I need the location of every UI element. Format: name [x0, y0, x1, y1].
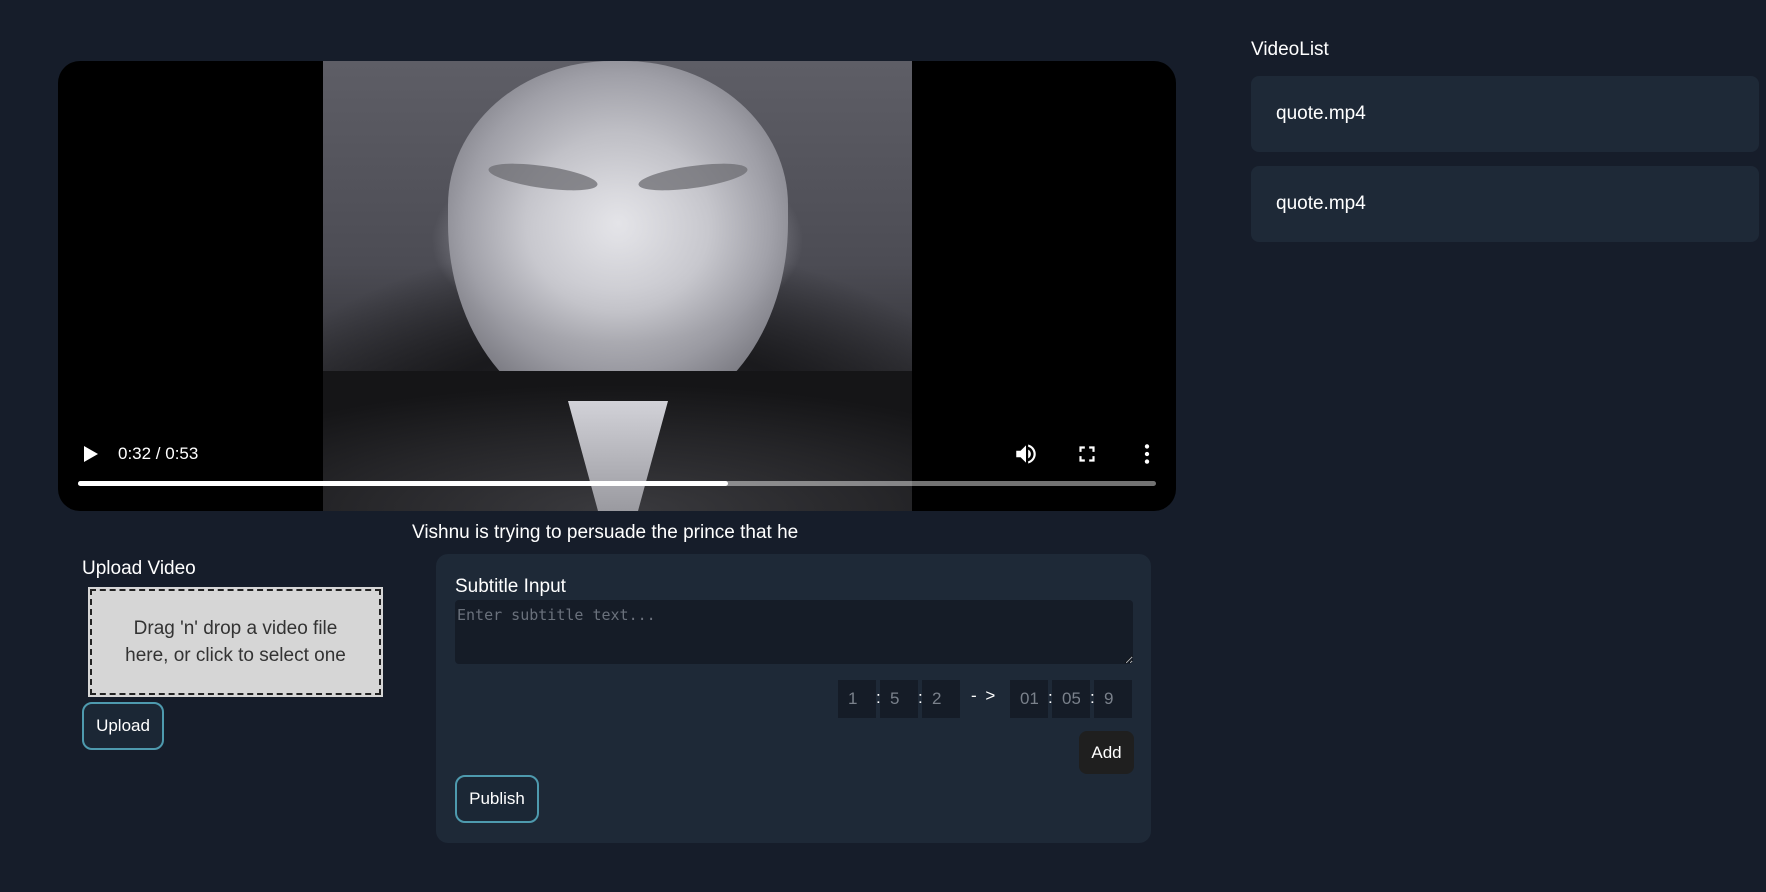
subtitle-textarea[interactable] — [455, 600, 1133, 664]
upload-title: Upload Video — [82, 558, 196, 579]
end-seconds-input[interactable] — [1094, 680, 1132, 718]
subtitle-panel: Subtitle Input : : - > : : Add Publish — [436, 554, 1151, 843]
time-range-arrow: - > — [971, 686, 998, 705]
start-hours-input[interactable] — [838, 680, 876, 718]
video-list-item[interactable]: quote.mp4 — [1251, 76, 1759, 152]
subtitle-caption: Vishnu is trying to persuade the prince … — [412, 522, 799, 543]
time-display: 0:32 / 0:53 — [118, 444, 199, 463]
publish-button[interactable]: Publish — [455, 775, 539, 823]
dropzone-text: Drag 'n' drop a video file here, or clic… — [125, 618, 346, 666]
subtitle-input-label: Subtitle Input — [455, 576, 566, 597]
play-icon[interactable] — [80, 442, 102, 466]
player-controls: 0:32 / 0:53 — [58, 61, 1176, 511]
video-dropzone[interactable]: Drag 'n' drop a video file here, or clic… — [88, 587, 383, 697]
video-list-item-label: quote.mp4 — [1276, 193, 1366, 214]
start-minutes-input[interactable] — [880, 680, 918, 718]
upload-button[interactable]: Upload — [82, 702, 164, 750]
more-vert-icon[interactable] — [1134, 441, 1160, 467]
start-seconds-input[interactable] — [922, 680, 960, 718]
end-minutes-input[interactable] — [1052, 680, 1090, 718]
fullscreen-icon[interactable] — [1074, 441, 1100, 467]
progress-fill — [78, 481, 729, 486]
video-player[interactable]: 0:32 / 0:53 — [58, 61, 1176, 511]
video-list-item[interactable]: quote.mp4 — [1251, 166, 1759, 242]
add-subtitle-button[interactable]: Add — [1079, 731, 1134, 774]
progress-bar[interactable] — [78, 481, 1156, 486]
volume-icon[interactable] — [1013, 441, 1039, 467]
video-list-item-label: quote.mp4 — [1276, 103, 1366, 124]
video-list-title: VideoList — [1251, 39, 1329, 60]
end-hours-input[interactable] — [1010, 680, 1048, 718]
